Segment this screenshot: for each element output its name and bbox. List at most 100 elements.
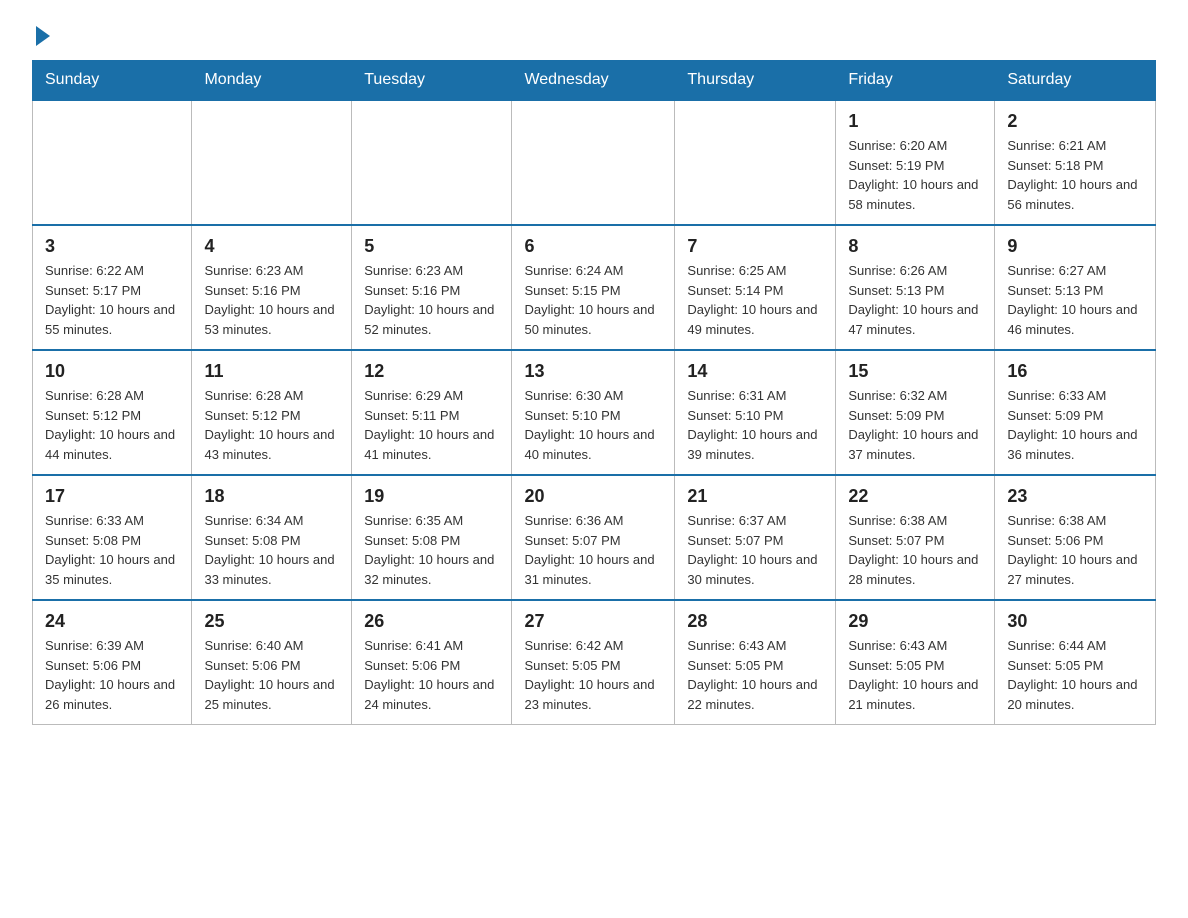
day-number: 3 <box>45 236 179 257</box>
day-info: Sunrise: 6:41 AM Sunset: 5:06 PM Dayligh… <box>364 636 499 714</box>
calendar-cell: 12Sunrise: 6:29 AM Sunset: 5:11 PM Dayli… <box>352 350 512 475</box>
calendar-cell: 1 Sunrise: 6:20 AM Sunset: 5:19 PM Daylig… <box>836 100 995 225</box>
day-info: Sunrise: 6:43 AM Sunset: 5:05 PM Dayligh… <box>687 636 823 714</box>
col-saturday: Saturday <box>995 61 1156 101</box>
calendar-cell: 8 Sunrise: 6:26 AM Sunset: 5:13 PM Daylig… <box>836 225 995 350</box>
day-number: 30 <box>1007 611 1143 632</box>
day-number: 1 <box>848 111 982 132</box>
day-info: Sunrise: 6:33 AM Sunset: 5:08 PM Dayligh… <box>45 511 179 589</box>
calendar-cell: 15Sunrise: 6:32 AM Sunset: 5:09 PM Dayli… <box>836 350 995 475</box>
calendar-cell <box>512 100 675 225</box>
calendar-cell: 14 Sunrise: 6:31 AM Sunset: 5:10 PM Dayli… <box>675 350 836 475</box>
day-number: 22 <box>848 486 982 507</box>
calendar-cell: 26 Sunrise: 6:41 AM Sunset: 5:06 PM Dayli… <box>352 600 512 725</box>
day-info: Sunrise: 6:21 AM Sunset: 5:18 PM Dayligh… <box>1007 136 1143 214</box>
calendar-cell <box>675 100 836 225</box>
calendar-cell: 30 Sunrise: 6:44 AM Sunset: 5:05 PM Dayli… <box>995 600 1156 725</box>
day-number: 11 <box>204 361 339 382</box>
day-info: Sunrise: 6:31 AM Sunset: 5:10 PM Dayligh… <box>687 386 823 464</box>
calendar-cell: 22 Sunrise: 6:38 AM Sunset: 5:07 PM Dayli… <box>836 475 995 600</box>
calendar-cell: 5 Sunrise: 6:23 AM Sunset: 5:16 PM Daylig… <box>352 225 512 350</box>
day-info: Sunrise: 6:22 AM Sunset: 5:17 PM Dayligh… <box>45 261 179 339</box>
calendar-cell: 25 Sunrise: 6:40 AM Sunset: 5:06 PM Dayli… <box>192 600 352 725</box>
calendar-cell: 17Sunrise: 6:33 AM Sunset: 5:08 PM Dayli… <box>33 475 192 600</box>
day-number: 5 <box>364 236 499 257</box>
day-number: 16 <box>1007 361 1143 382</box>
day-info: Sunrise: 6:35 AM Sunset: 5:08 PM Dayligh… <box>364 511 499 589</box>
calendar-cell: 23 Sunrise: 6:38 AM Sunset: 5:06 PM Dayli… <box>995 475 1156 600</box>
col-tuesday: Tuesday <box>352 61 512 101</box>
day-number: 21 <box>687 486 823 507</box>
day-number: 19 <box>364 486 499 507</box>
calendar-cell: 10 Sunrise: 6:28 AM Sunset: 5:12 PM Dayli… <box>33 350 192 475</box>
col-wednesday: Wednesday <box>512 61 675 101</box>
calendar-cell: 24 Sunrise: 6:39 AM Sunset: 5:06 PM Dayli… <box>33 600 192 725</box>
day-number: 26 <box>364 611 499 632</box>
calendar-cell: 2 Sunrise: 6:21 AM Sunset: 5:18 PM Daylig… <box>995 100 1156 225</box>
day-number: 24 <box>45 611 179 632</box>
day-info: Sunrise: 6:37 AM Sunset: 5:07 PM Dayligh… <box>687 511 823 589</box>
week-row-5: 24 Sunrise: 6:39 AM Sunset: 5:06 PM Dayli… <box>33 600 1156 725</box>
day-info: Sunrise: 6:36 AM Sunset: 5:07 PM Dayligh… <box>524 511 662 589</box>
calendar-table: Sunday Monday Tuesday Wednesday Thursday… <box>32 60 1156 725</box>
day-number: 4 <box>204 236 339 257</box>
week-row-3: 10 Sunrise: 6:28 AM Sunset: 5:12 PM Dayli… <box>33 350 1156 475</box>
col-friday: Friday <box>836 61 995 101</box>
day-number: 15 <box>848 361 982 382</box>
calendar-cell <box>192 100 352 225</box>
day-info: Sunrise: 6:30 AM Sunset: 5:10 PM Dayligh… <box>524 386 662 464</box>
day-info: Sunrise: 6:20 AM Sunset: 5:19 PM Dayligh… <box>848 136 982 214</box>
day-number: 13 <box>524 361 662 382</box>
page-header <box>0 0 1188 52</box>
calendar-cell: 11 Sunrise: 6:28 AM Sunset: 5:12 PM Dayli… <box>192 350 352 475</box>
day-info: Sunrise: 6:23 AM Sunset: 5:16 PM Dayligh… <box>204 261 339 339</box>
day-info: Sunrise: 6:38 AM Sunset: 5:06 PM Dayligh… <box>1007 511 1143 589</box>
col-sunday: Sunday <box>33 61 192 101</box>
day-number: 6 <box>524 236 662 257</box>
day-number: 10 <box>45 361 179 382</box>
calendar-cell: 18 Sunrise: 6:34 AM Sunset: 5:08 PM Dayli… <box>192 475 352 600</box>
day-info: Sunrise: 6:28 AM Sunset: 5:12 PM Dayligh… <box>45 386 179 464</box>
calendar-cell: 9Sunrise: 6:27 AM Sunset: 5:13 PM Daylig… <box>995 225 1156 350</box>
day-number: 23 <box>1007 486 1143 507</box>
calendar-cell: 13 Sunrise: 6:30 AM Sunset: 5:10 PM Dayli… <box>512 350 675 475</box>
day-number: 12 <box>364 361 499 382</box>
col-thursday: Thursday <box>675 61 836 101</box>
day-number: 29 <box>848 611 982 632</box>
day-number: 7 <box>687 236 823 257</box>
day-info: Sunrise: 6:38 AM Sunset: 5:07 PM Dayligh… <box>848 511 982 589</box>
calendar-cell: 6 Sunrise: 6:24 AM Sunset: 5:15 PM Daylig… <box>512 225 675 350</box>
day-number: 18 <box>204 486 339 507</box>
day-info: Sunrise: 6:28 AM Sunset: 5:12 PM Dayligh… <box>204 386 339 464</box>
day-info: Sunrise: 6:34 AM Sunset: 5:08 PM Dayligh… <box>204 511 339 589</box>
week-row-2: 3 Sunrise: 6:22 AM Sunset: 5:17 PM Daylig… <box>33 225 1156 350</box>
calendar-cell <box>352 100 512 225</box>
week-row-1: 1 Sunrise: 6:20 AM Sunset: 5:19 PM Daylig… <box>33 100 1156 225</box>
day-number: 8 <box>848 236 982 257</box>
day-info: Sunrise: 6:39 AM Sunset: 5:06 PM Dayligh… <box>45 636 179 714</box>
day-info: Sunrise: 6:24 AM Sunset: 5:15 PM Dayligh… <box>524 261 662 339</box>
logo <box>32 24 50 40</box>
calendar-cell: 27Sunrise: 6:42 AM Sunset: 5:05 PM Dayli… <box>512 600 675 725</box>
day-info: Sunrise: 6:42 AM Sunset: 5:05 PM Dayligh… <box>524 636 662 714</box>
day-number: 28 <box>687 611 823 632</box>
calendar-cell <box>33 100 192 225</box>
day-info: Sunrise: 6:26 AM Sunset: 5:13 PM Dayligh… <box>848 261 982 339</box>
day-info: Sunrise: 6:43 AM Sunset: 5:05 PM Dayligh… <box>848 636 982 714</box>
day-info: Sunrise: 6:33 AM Sunset: 5:09 PM Dayligh… <box>1007 386 1143 464</box>
week-row-4: 17Sunrise: 6:33 AM Sunset: 5:08 PM Dayli… <box>33 475 1156 600</box>
calendar-cell: 20 Sunrise: 6:36 AM Sunset: 5:07 PM Dayli… <box>512 475 675 600</box>
day-info: Sunrise: 6:25 AM Sunset: 5:14 PM Dayligh… <box>687 261 823 339</box>
day-info: Sunrise: 6:23 AM Sunset: 5:16 PM Dayligh… <box>364 261 499 339</box>
col-monday: Monday <box>192 61 352 101</box>
day-info: Sunrise: 6:44 AM Sunset: 5:05 PM Dayligh… <box>1007 636 1143 714</box>
calendar-cell: 16 Sunrise: 6:33 AM Sunset: 5:09 PM Dayli… <box>995 350 1156 475</box>
day-info: Sunrise: 6:40 AM Sunset: 5:06 PM Dayligh… <box>204 636 339 714</box>
day-number: 20 <box>524 486 662 507</box>
day-number: 14 <box>687 361 823 382</box>
day-number: 2 <box>1007 111 1143 132</box>
day-info: Sunrise: 6:27 AM Sunset: 5:13 PM Dayligh… <box>1007 261 1143 339</box>
day-number: 25 <box>204 611 339 632</box>
calendar-cell: 19 Sunrise: 6:35 AM Sunset: 5:08 PM Dayli… <box>352 475 512 600</box>
calendar-cell: 7 Sunrise: 6:25 AM Sunset: 5:14 PM Daylig… <box>675 225 836 350</box>
